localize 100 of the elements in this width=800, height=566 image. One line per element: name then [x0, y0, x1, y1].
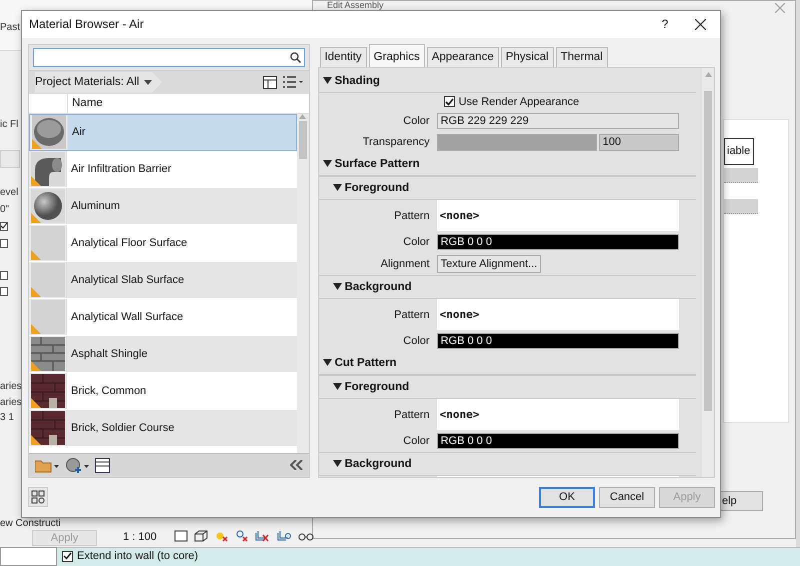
texture-alignment-button[interactable]: Texture Alignment... — [436, 254, 542, 273]
field-label: Transparency — [362, 136, 431, 148]
column-header[interactable]: Name — [68, 94, 107, 113]
property-text: aries — [0, 381, 22, 392]
add-material-icon[interactable] — [65, 458, 89, 473]
material-name: Air Infiltration Barrier — [70, 162, 172, 175]
scroll-thumb[interactable] — [298, 120, 307, 159]
tab[interactable]: Graphics — [368, 44, 425, 67]
material-name: Brick, Common — [70, 384, 146, 397]
swatch-icon — [30, 262, 64, 297]
pipe-swatch-icon — [30, 152, 64, 186]
material-row[interactable]: Aluminum — [29, 188, 297, 225]
checkbox[interactable] — [0, 271, 8, 280]
field-label: Pattern — [393, 408, 431, 421]
material-row[interactable]: Brick, Soldier Course — [29, 410, 297, 447]
material-row[interactable]: Analytical Slab Surface — [29, 262, 297, 299]
pattern-field[interactable]: <none> — [436, 299, 679, 330]
material-name: Brick, Soldier Course — [70, 422, 174, 434]
cube-icon[interactable] — [194, 530, 208, 542]
material-row[interactable]: Brick, Common — [29, 372, 297, 410]
property-text: ic Fl — [0, 119, 18, 130]
transparency-value[interactable]: 100 — [598, 134, 679, 151]
checkbox-label: Use Render Appearance — [458, 96, 580, 108]
material-row[interactable]: Analytical Floor Surface — [29, 224, 297, 262]
panel-layout-icon[interactable] — [262, 76, 277, 89]
subsection-heading: Background — [344, 458, 412, 470]
column-header: iable — [724, 138, 754, 165]
checkbox[interactable] — [0, 222, 8, 231]
material-editor-button[interactable] — [28, 487, 48, 508]
tab[interactable]: Thermal — [556, 46, 608, 67]
pattern-field[interactable]: <none> — [436, 399, 679, 430]
subsection-heading: Foreground — [344, 182, 410, 194]
grid-icon — [31, 490, 45, 504]
ribbon-label: Past — [0, 22, 20, 33]
crop-icon[interactable] — [254, 530, 270, 542]
collapse-panel-icon[interactable] — [290, 460, 303, 470]
collapse-icon[interactable] — [332, 283, 342, 290]
collapse-icon[interactable] — [322, 160, 332, 168]
sun-icon[interactable] — [214, 530, 228, 542]
material-row[interactable]: Analytical Wall Surface — [29, 298, 297, 336]
sphere-swatch-icon — [30, 188, 64, 223]
field-label: Pattern — [393, 308, 431, 321]
field-label: Color — [402, 435, 431, 448]
ring-swatch-icon — [32, 115, 66, 150]
material-row[interactable]: Air Infiltration Barrier — [29, 150, 297, 188]
property-text: 3 1 — [0, 412, 14, 423]
material-name: Analytical Wall Surface — [70, 310, 184, 323]
detail-level-icon[interactable] — [174, 530, 188, 542]
section-heading: Shading — [334, 74, 380, 87]
collapse-icon[interactable] — [322, 359, 332, 366]
checkbox[interactable] — [0, 287, 8, 296]
swatch-icon — [30, 226, 64, 260]
collapse-icon[interactable] — [332, 383, 342, 390]
scrollbar[interactable] — [296, 114, 309, 453]
brick-swatch-icon — [30, 336, 64, 371]
property-text: aries — [0, 397, 22, 408]
material-name: Analytical Slab Surface — [70, 274, 184, 286]
window-title: Edit Assembly — [327, 1, 384, 10]
brick-swatch-icon — [30, 374, 64, 408]
help-button[interactable]: ? — [650, 17, 680, 32]
material-name: Air — [71, 126, 86, 138]
subsection-heading: Background — [344, 280, 412, 293]
status-field[interactable] — [0, 547, 57, 566]
library-filter-dropdown[interactable]: Project Materials: All — [35, 72, 162, 93]
close-icon[interactable] — [694, 18, 706, 30]
checkbox[interactable] — [444, 96, 455, 108]
checkbox[interactable] — [0, 239, 8, 248]
check-icon — [444, 98, 454, 106]
scroll-thumb[interactable] — [704, 90, 712, 411]
color-field[interactable]: RGB 0 0 0 — [436, 433, 679, 450]
shadow-icon[interactable] — [234, 530, 248, 542]
search-icon[interactable] — [290, 52, 301, 63]
tab[interactable]: Physical — [500, 46, 554, 67]
material-row[interactable]: Asphalt Shingle — [29, 336, 297, 373]
field-label: Color — [402, 236, 431, 248]
property-text: evel — [0, 187, 18, 198]
checkbox[interactable] — [62, 550, 73, 562]
view-name: ew Constructi — [0, 518, 61, 529]
tab[interactable]: Identity — [320, 46, 367, 67]
pattern-field[interactable]: <none> — [436, 200, 679, 232]
crop-region-icon[interactable] — [276, 530, 292, 542]
folder-icon[interactable] — [35, 458, 59, 473]
help-button[interactable]: elp — [719, 491, 763, 511]
list-view-icon[interactable] — [282, 76, 303, 88]
scrollbar[interactable] — [702, 68, 714, 477]
search-field[interactable] — [33, 48, 305, 67]
dialog-button[interactable]: Cancel — [599, 486, 655, 508]
dialog-button[interactable]: OK — [539, 486, 595, 508]
panel-icon[interactable] — [95, 458, 110, 473]
color-field[interactable]: RGB 0 0 0 — [436, 234, 679, 250]
color-field[interactable]: RGB 229 229 229 — [436, 113, 679, 130]
material-row[interactable]: Air — [29, 114, 297, 151]
caret-icon — [144, 80, 152, 85]
collapse-icon[interactable] — [332, 184, 342, 192]
collapse-icon[interactable] — [322, 77, 332, 84]
field-label: Color — [402, 115, 431, 128]
collapse-icon[interactable] — [332, 460, 342, 468]
tab[interactable]: Appearance — [426, 46, 499, 67]
color-field[interactable]: RGB 0 0 0 — [436, 333, 679, 350]
material-name: Analytical Floor Surface — [70, 236, 188, 249]
